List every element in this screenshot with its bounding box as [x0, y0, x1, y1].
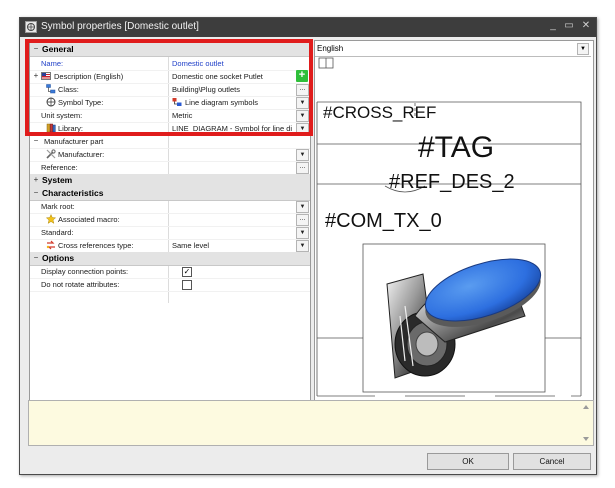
manufacturer-label: Manufacturer: — [58, 150, 105, 159]
unit-system-value[interactable]: Metric — [172, 111, 282, 120]
symbol-type-icon — [46, 97, 56, 107]
row-unit-system[interactable]: Unit system: Metric ▼ — [30, 109, 310, 123]
collapse-toggle[interactable]: − — [32, 253, 40, 262]
reference-browse-button[interactable]: ... — [296, 162, 309, 174]
ok-button[interactable]: OK — [427, 453, 509, 470]
description-memo[interactable] — [28, 400, 594, 446]
category-label: General — [42, 44, 74, 54]
row-standard[interactable]: Standard: ▼ — [30, 226, 310, 240]
manufacturer-part-label: Manufacturer part — [44, 137, 104, 146]
class-label: Class: — [58, 85, 79, 94]
cancel-button[interactable]: Cancel — [513, 453, 591, 470]
symbol-type-value[interactable]: Line diagram symbols — [185, 98, 295, 107]
minimize-button[interactable]: _ — [546, 20, 560, 31]
name-value[interactable]: Domestic outlet — [172, 59, 282, 68]
add-button[interactable]: + — [296, 70, 308, 82]
description-label: Description (English) — [54, 72, 124, 81]
expand-toggle[interactable]: + — [32, 175, 40, 184]
language-dropdown[interactable]: ▼ — [577, 43, 589, 55]
tag-attribute: #TAG — [418, 131, 495, 164]
row-name[interactable]: Name: Domestic outlet — [30, 57, 310, 71]
symbol-properties-window: Symbol properties [Domestic outlet] _ ▭ … — [19, 17, 597, 475]
line-diagram-icon — [172, 98, 182, 106]
flag-icon — [41, 72, 51, 80]
domestic-outlet-image — [386, 258, 542, 379]
class-browse-button[interactable]: ... — [296, 84, 309, 96]
row-mark-root[interactable]: Mark root: ▼ — [30, 200, 310, 214]
symbol-app-icon — [25, 21, 37, 33]
cross-ref-attribute: #CROSS_REF — [323, 103, 437, 122]
expand-toggle[interactable]: + — [32, 71, 40, 80]
unit-system-label: Unit system: — [41, 111, 83, 120]
standard-label: Standard: — [41, 228, 74, 237]
category-characteristics[interactable]: − Characteristics — [30, 187, 310, 201]
category-label: Options — [42, 253, 75, 263]
collapse-toggle[interactable]: − — [32, 44, 40, 53]
row-manufacturer[interactable]: Manufacturer: ▼ — [30, 148, 310, 162]
class-tree-icon — [46, 84, 56, 94]
library-dropdown[interactable]: ▼ — [296, 123, 309, 135]
tools-icon — [46, 149, 56, 159]
row-reference[interactable]: Reference: ... — [30, 161, 310, 175]
cross-reference-icon — [46, 240, 55, 250]
category-label: System — [42, 175, 73, 185]
do-not-rotate-checkbox[interactable] — [182, 280, 192, 290]
mark-root-label: Mark root: — [41, 202, 75, 211]
collapse-toggle[interactable]: − — [32, 136, 40, 145]
manufacturer-dropdown[interactable]: ▼ — [296, 149, 309, 161]
memo-scrollbar[interactable] — [581, 401, 591, 445]
symbol-type-dropdown[interactable]: ▼ — [296, 97, 309, 109]
row-library[interactable]: Library: LINE_DIAGRAM - Symbol for line … — [30, 122, 310, 136]
category-label: Characteristics — [42, 188, 104, 198]
cross-ref-type-label: Cross references type: — [58, 241, 134, 250]
star-icon — [46, 214, 56, 224]
row-display-connection-points[interactable]: Display connection points: ✓ — [30, 265, 310, 279]
library-label: Library: — [58, 124, 84, 133]
language-select[interactable]: English ▼ — [315, 41, 591, 57]
unit-system-dropdown[interactable]: ▼ — [296, 110, 309, 122]
class-value[interactable]: Building\Plug outlets — [172, 85, 282, 94]
language-value: English — [317, 44, 344, 53]
symbol-preview-panel: English ▼ #CROSS_REF #TAG #REF_DES_2 #CO… — [314, 40, 594, 404]
com-tx-attribute: #COM_TX_0 — [325, 210, 442, 232]
row-cross-ref-type[interactable]: Cross references type: Same level ▼ — [30, 239, 310, 253]
name-label: Name: — [41, 59, 64, 68]
close-button[interactable]: ✕ — [579, 20, 593, 31]
row-description[interactable]: + Description (English) Domestic one soc… — [30, 70, 310, 84]
library-value[interactable]: LINE_DIAGRAM - Symbol for line di — [172, 124, 294, 133]
row-manufacturer-part[interactable]: − Manufacturer part — [30, 135, 310, 149]
do-not-rotate-label: Do not rotate attributes: — [41, 280, 120, 289]
category-general[interactable]: − General — [30, 43, 310, 57]
row-associated-macro[interactable]: Associated macro: ... — [30, 213, 310, 227]
window-title: Symbol properties [Domestic outlet] — [41, 21, 199, 32]
display-connection-points-checkbox[interactable]: ✓ — [182, 267, 192, 277]
title-bar[interactable]: Symbol properties [Domestic outlet] _ ▭ … — [20, 18, 596, 37]
cross-ref-type-value[interactable]: Same level — [172, 241, 282, 250]
macro-browse-button[interactable]: ... — [296, 214, 309, 226]
maximize-button[interactable]: ▭ — [562, 20, 576, 31]
standard-dropdown[interactable]: ▼ — [296, 227, 309, 239]
mark-root-dropdown[interactable]: ▼ — [296, 201, 309, 213]
reference-label: Reference: — [41, 163, 78, 172]
library-icon — [46, 123, 56, 133]
cross-ref-type-dropdown[interactable]: ▼ — [296, 240, 309, 252]
row-do-not-rotate[interactable]: Do not rotate attributes: — [30, 278, 310, 292]
description-value[interactable]: Domestic one socket Putlet — [172, 72, 282, 81]
category-options[interactable]: − Options — [30, 252, 310, 266]
row-class[interactable]: Class: Building\Plug outlets ... — [30, 83, 310, 97]
property-grid: − General Name: Domestic outlet + Descri… — [29, 40, 311, 404]
category-system[interactable]: + System — [30, 174, 310, 188]
row-symbol-type[interactable]: Symbol Type: Line diagram symbols ▼ — [30, 96, 310, 110]
symbol-type-label: Symbol Type: — [58, 98, 104, 107]
ref-des-attribute: #REF_DES_2 — [389, 171, 515, 193]
collapse-toggle[interactable]: − — [32, 188, 40, 197]
associated-macro-label: Associated macro: — [58, 215, 120, 224]
display-connection-points-label: Display connection points: — [41, 267, 129, 276]
